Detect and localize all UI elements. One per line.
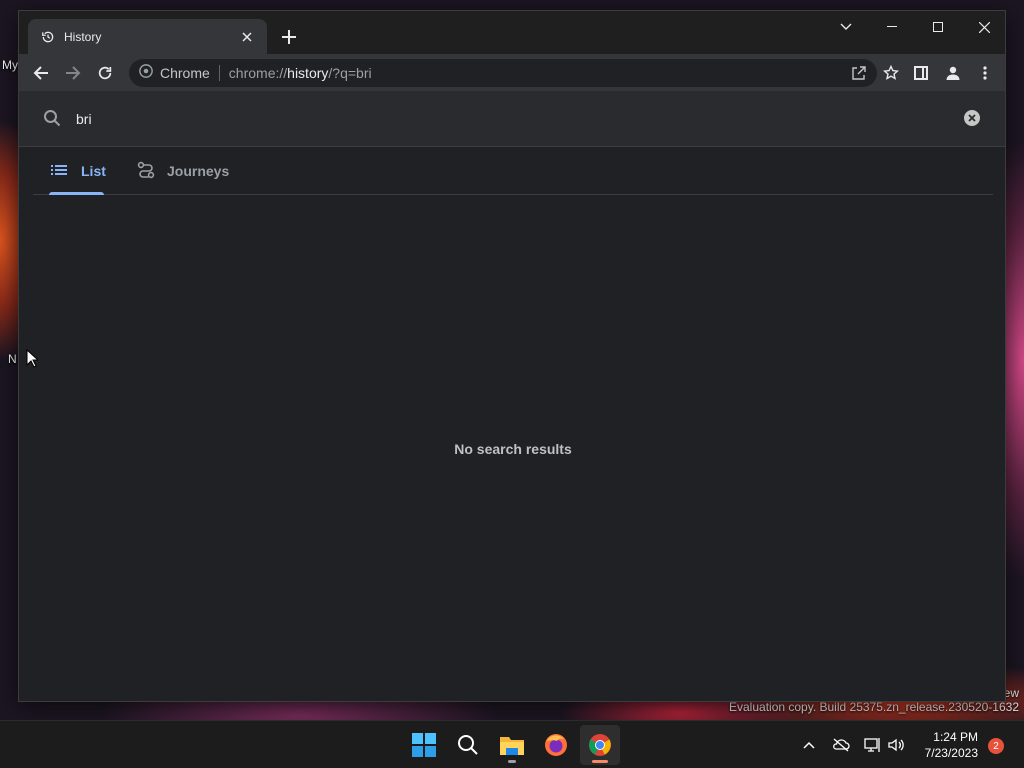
back-button[interactable] — [28, 60, 54, 86]
tab-close-icon[interactable] — [237, 27, 257, 47]
network-icon[interactable] — [863, 735, 883, 755]
chrome-logo-icon — [139, 63, 153, 83]
journeys-icon — [137, 161, 155, 182]
chevron-up-icon[interactable] — [799, 735, 819, 755]
minimize-button[interactable] — [869, 11, 915, 43]
history-search-bar — [19, 91, 1005, 147]
bookmark-star-icon[interactable] — [882, 64, 900, 86]
browser-toolbar: Chrome chrome://history/?q=bri — [19, 54, 1005, 91]
empty-state-message: No search results — [454, 441, 572, 457]
clear-search-icon[interactable] — [963, 109, 983, 129]
desktop-icon-label[interactable]: N — [8, 352, 17, 366]
maximize-button[interactable] — [915, 11, 961, 43]
active-tab-indicator — [49, 192, 104, 195]
forward-button[interactable] — [60, 60, 86, 86]
history-icon — [40, 29, 56, 45]
side-panel-icon[interactable] — [908, 60, 934, 86]
history-tabs: List Journeys — [33, 147, 993, 195]
tab-history[interactable]: History — [28, 19, 267, 54]
active-app-indicator — [592, 760, 608, 763]
tab-title: History — [64, 29, 102, 44]
desktop-icon-label[interactable]: My — [2, 58, 18, 72]
onedrive-offline-icon[interactable] — [831, 735, 851, 755]
clock-time: 1:24 PM — [933, 730, 978, 744]
search-icon[interactable] — [448, 725, 488, 765]
address-bar[interactable]: Chrome chrome://history/?q=bri — [129, 59, 900, 87]
tab-strip: History — [19, 11, 1005, 54]
tab-journeys-label: Journeys — [167, 163, 230, 179]
tab-search-chevron-icon[interactable] — [823, 11, 869, 43]
history-search-input[interactable] — [76, 107, 936, 131]
volume-icon[interactable] — [886, 735, 906, 755]
menu-kebab-icon[interactable] — [972, 60, 998, 86]
new-tab-button[interactable] — [277, 25, 301, 49]
share-icon[interactable] — [851, 65, 867, 86]
start-icon[interactable] — [404, 725, 444, 765]
firefox-icon[interactable] — [536, 725, 576, 765]
notification-badge[interactable]: 2 — [988, 738, 1004, 754]
running-indicator — [508, 760, 516, 763]
list-icon — [51, 163, 67, 179]
chrome-window: History Chrome chrome://history/?q=bri b… — [18, 10, 1006, 702]
clock-date: 7/23/2023 — [924, 746, 978, 760]
evaluation-watermark: Evaluation copy. Build 25375.zn_release.… — [729, 700, 1019, 714]
close-window-button[interactable] — [961, 11, 1005, 43]
site-chip-label: Chrome — [160, 65, 210, 81]
search-icon — [43, 109, 61, 132]
mouse-cursor-icon — [26, 348, 40, 373]
profile-avatar-icon[interactable] — [940, 60, 966, 86]
chrome-icon[interactable] — [580, 725, 620, 765]
system-clock[interactable]: 1:24 PM 7/23/2023 — [925, 729, 978, 761]
url-text: chrome://history/?q=bri — [228, 65, 372, 81]
reload-button[interactable] — [92, 60, 118, 86]
tab-list-label: List — [81, 163, 106, 179]
taskbar: 1:24 PM 7/23/2023 2 — [0, 720, 1024, 768]
tab-list[interactable]: List — [51, 147, 106, 195]
tab-journeys[interactable]: Journeys — [137, 147, 229, 195]
omnibox-divider — [218, 65, 220, 81]
file-explorer-icon[interactable] — [492, 725, 532, 765]
